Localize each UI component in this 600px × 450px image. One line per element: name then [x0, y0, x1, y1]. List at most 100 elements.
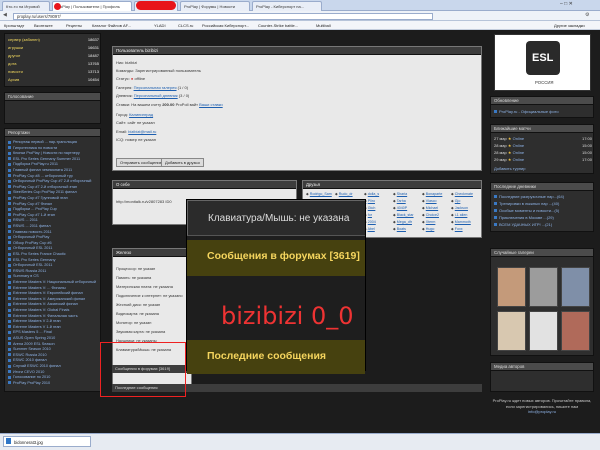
- bookmark-2[interactable]: Вконтакте: [34, 23, 53, 28]
- latest-link[interactable]: ВСЕМ УДАЧНЫХ ИГР! ...(21): [499, 222, 552, 227]
- latest-item[interactable]: ВСЕМ УДАЧНЫХ ИГР! ...(21): [494, 222, 552, 227]
- friend-item[interactable]: ◆ Checkmate: [451, 192, 473, 196]
- report-item[interactable]: Отборочный ProPlay Cup #7 2-й отборочный: [8, 179, 91, 183]
- friend-link[interactable]: Sharia: [397, 192, 407, 196]
- report-link[interactable]: Extreme Masters V: Global Finals: [13, 308, 69, 312]
- promo-link[interactable]: info@proplay.ru: [528, 409, 556, 414]
- latest-link[interactable]: Особые моменты и новости...(5): [499, 208, 559, 213]
- friend-link[interactable]: Checkmate: [455, 192, 473, 196]
- report-item[interactable]: SteelSeries Cup ProPlay 2011 финал: [8, 190, 77, 194]
- download-item[interactable]: bidonnerat3.jpg: [3, 436, 91, 447]
- report-link[interactable]: Extreme Masters V: Азиатский финал: [13, 302, 78, 306]
- report-item[interactable]: ESWC Russia 2010: [8, 353, 47, 357]
- top-list-label[interactable]: игрушки: [8, 45, 23, 50]
- report-link[interactable]: ProPlay ProPlay 2010: [13, 381, 50, 385]
- friend-item[interactable]: ◆ 4040P: [393, 206, 407, 210]
- report-link[interactable]: Cлучай ESWC 2010 финал: [13, 364, 61, 368]
- event-row[interactable]: 28 мар ★ Online 15:00: [494, 143, 592, 148]
- report-item[interactable]: ESWC 2010 финал: [8, 358, 47, 362]
- event-name[interactable]: Online: [513, 157, 525, 162]
- report-item[interactable]: RSWS ... 2011: [8, 218, 38, 222]
- report-link[interactable]: ESL Pro Series France Chaotic: [13, 252, 66, 256]
- report-link[interactable]: Обзор ProPlay Cup #6: [13, 241, 52, 245]
- back-icon[interactable]: ◀: [3, 12, 7, 18]
- friend-link[interactable]: Bonaparte: [426, 192, 443, 196]
- report-item[interactable]: Отборочный ESL 2011: [8, 263, 52, 267]
- report-item[interactable]: Главный финал чемпионата 2011: [8, 168, 72, 172]
- report-item[interactable]: RSWS Russia 2011: [8, 269, 46, 273]
- friend-item[interactable]: ◆ Vlasco: [422, 199, 437, 203]
- report-item[interactable]: Extreme Masters V: Национальный отборочн…: [8, 280, 96, 284]
- top-list-item[interactable]: новости 13713: [8, 69, 99, 74]
- report-link[interactable]: Extreme Masters V: Европейский финал: [13, 291, 83, 295]
- report-item[interactable]: Summer Season 2010: [8, 347, 51, 351]
- report-link[interactable]: Extreme Masters V: ... Финалы: [13, 286, 66, 290]
- report-item[interactable]: Репортаж первой ... пар-трансляция: [8, 140, 77, 144]
- tab-1[interactable]: Кто-то на Игровой: [2, 1, 50, 11]
- top-list-label[interactable]: дота: [8, 61, 16, 66]
- friend-link[interactable]: for: [368, 213, 372, 217]
- latest-item[interactable]: Тренировки в лыжных пар ...(40): [494, 201, 559, 206]
- event-name[interactable]: Online: [513, 150, 525, 155]
- friend-link[interactable]: Pliro: [368, 199, 375, 203]
- friend-link[interactable]: Choice2: [426, 213, 439, 217]
- event-name[interactable]: Online: [513, 136, 525, 141]
- report-item[interactable]: Итоги CEVO 2010: [8, 370, 44, 374]
- top-list-label[interactable]: сервер (забанен): [8, 37, 40, 42]
- report-item[interactable]: Отборочный ESL 2011: [8, 246, 52, 250]
- report-item[interactable]: ESL Pro Series Germany: [8, 258, 56, 262]
- friend-link[interactable]: Jackson: [455, 206, 468, 210]
- friend-item[interactable]: ◆ Bonaparte: [422, 192, 442, 196]
- bookmark-4[interactable]: Каталог Файлов AF...: [92, 23, 131, 28]
- report-link[interactable]: Голосование по 2010: [13, 375, 50, 379]
- report-link[interactable]: Главная новость 2011: [13, 230, 52, 234]
- report-item[interactable]: Отборочный ProPlay: [8, 235, 49, 239]
- window-controls[interactable]: – □ ✕: [560, 1, 573, 7]
- friend-link[interactable]: dolla_s: [368, 192, 379, 196]
- report-link[interactable]: Extreme Masters V 2-й этап: [13, 319, 61, 323]
- friend-link[interactable]: Vlasco: [426, 199, 437, 203]
- report-item[interactable]: ProPlay Cup #7 Финал: [8, 202, 52, 206]
- report-link[interactable]: Extreme Masters V: Финальная часть: [13, 314, 78, 318]
- friend-item[interactable]: ◆ i-1 alien: [451, 213, 467, 217]
- event-row[interactable]: 27 мар ★ Online 17:00: [494, 136, 592, 141]
- report-link[interactable]: RSWS Russia 2011: [13, 269, 46, 273]
- esl-logo-box[interactable]: ESL РОССИЯ: [494, 34, 591, 91]
- diary-link[interactable]: Персональный дневник: [134, 93, 178, 98]
- report-item[interactable]: Кнопки ProPlay | Новости по партнеру: [8, 151, 80, 155]
- gallery-thumb-1[interactable]: [497, 267, 526, 307]
- report-link[interactable]: Arena 2009 ESL Season: [13, 342, 55, 346]
- friend-link[interactable]: Tarha: [397, 199, 406, 203]
- report-item[interactable]: Arena 2009 ESL Season: [8, 342, 55, 346]
- report-item[interactable]: Extreme Masters V 1-й этап: [8, 325, 61, 329]
- report-link[interactable]: Итоги CEVO 2010: [13, 370, 44, 374]
- latest-link[interactable]: Приключения в Москве ...(29): [499, 215, 554, 220]
- friend-link[interactable]: Rudo_dr: [339, 192, 353, 196]
- friend-link[interactable]: Xterm: [426, 220, 436, 224]
- tab-active[interactable]: ProPlay | Пользователи | Профиль: [52, 1, 132, 11]
- friend-item[interactable]: ◆ Mega_dfr: [393, 220, 412, 224]
- friend-item[interactable]: ◆ Rodrigo_Sam: [306, 192, 332, 196]
- report-link[interactable]: ProPlay Cup #7 1-й этап: [13, 213, 55, 217]
- send-message-button[interactable]: Отправить сообщение: [116, 158, 166, 167]
- friend-item[interactable]: ◆ Xterm: [422, 220, 435, 224]
- email-link[interactable]: bizibizi@mail.ru: [128, 129, 156, 134]
- report-link[interactable]: Extreme Masters V 1-й этап: [13, 325, 61, 329]
- events-more-link[interactable]: Добавить турнир: [494, 166, 526, 171]
- tab-5[interactable]: ProPlay - Киберспорт на...: [252, 1, 322, 11]
- report-item[interactable]: Голосование по 2010: [8, 375, 50, 379]
- latest-item[interactable]: Особые моменты и новости...(5): [494, 208, 559, 213]
- report-link[interactable]: Главный финал чемпионата 2011: [13, 168, 72, 172]
- friend-link[interactable]: Gjo: [455, 199, 461, 203]
- bookmark-7[interactable]: Российская Киберспорт...: [202, 23, 249, 28]
- other-bookmarks[interactable]: Другие закладки: [554, 23, 585, 28]
- bookmark-5[interactable]: YLADI: [154, 23, 166, 28]
- report-link[interactable]: Summary в CS: [13, 274, 39, 278]
- stats-link[interactable]: Ваши ставки: [199, 102, 223, 107]
- report-item[interactable]: Extreme Masters V: Азиатский финал: [8, 302, 78, 306]
- report-link[interactable]: ProPlay Cup #7 2-й отборочный этап: [13, 185, 77, 189]
- report-link[interactable]: ESWC 2010 финал: [13, 358, 47, 362]
- friend-item[interactable]: ◆ Jackson: [451, 206, 468, 210]
- report-link[interactable]: Гипротехника по новости: [13, 146, 57, 150]
- friend-link[interactable]: Michael: [426, 206, 438, 210]
